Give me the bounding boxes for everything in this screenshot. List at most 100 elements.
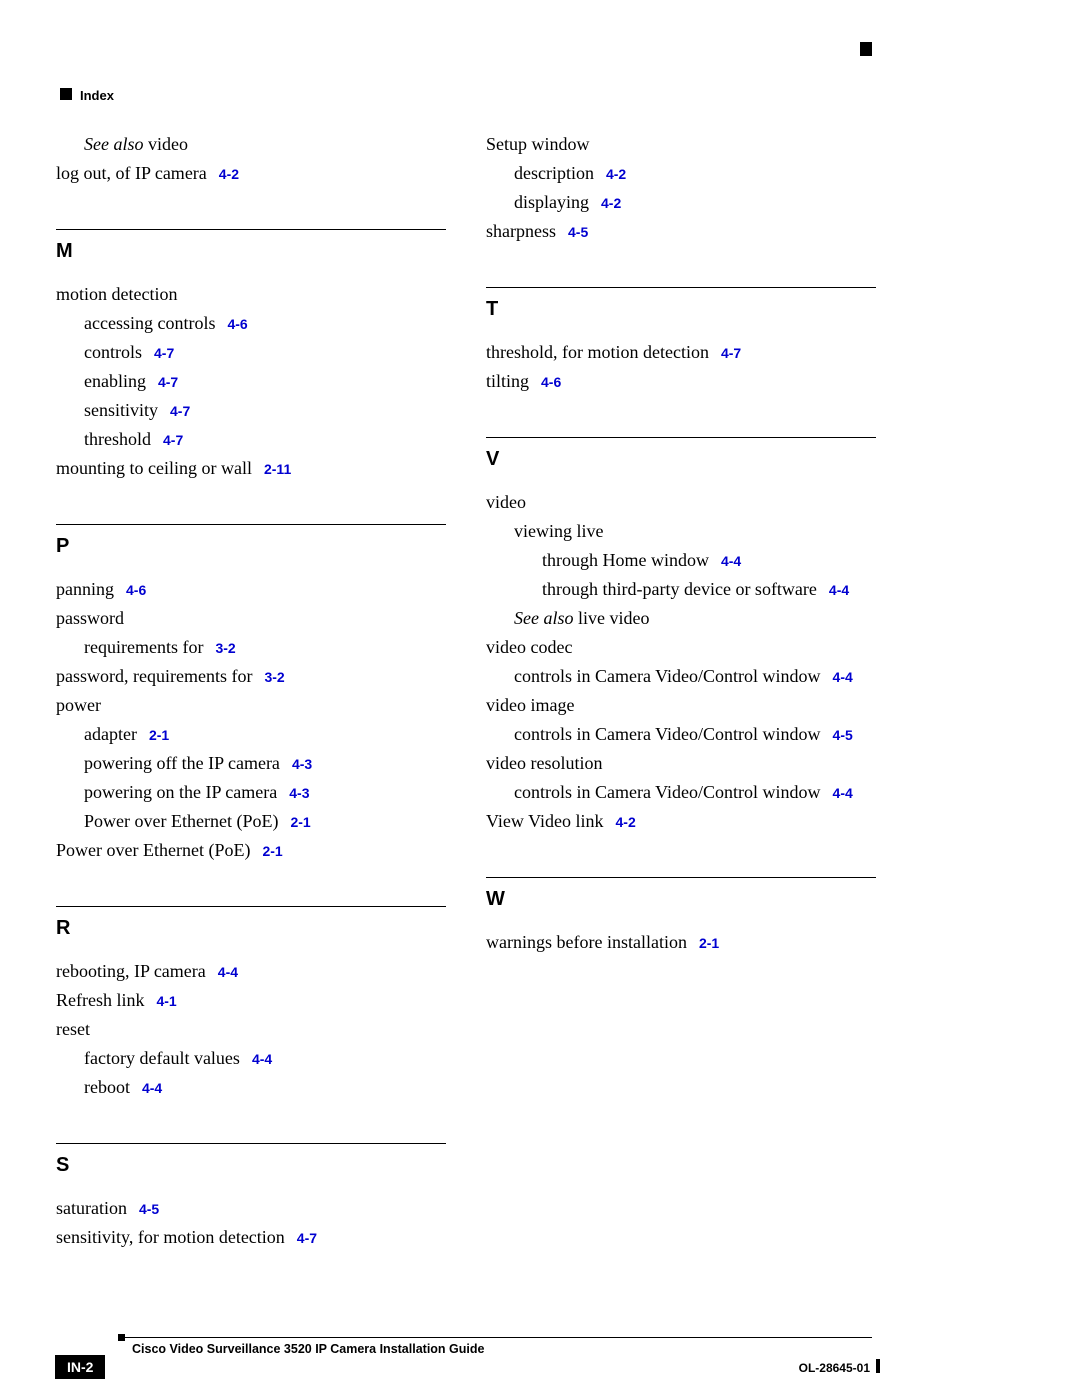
entry-text: Power over Ethernet (PoE)	[84, 811, 278, 831]
page-ref-link[interactable]: 2-1	[149, 727, 169, 743]
entry-text: through Home window	[542, 550, 709, 570]
page-ref-link[interactable]: 4-7	[163, 432, 183, 448]
footer-right-bar-icon	[876, 1359, 880, 1373]
page-ref-link[interactable]: 2-1	[699, 935, 719, 951]
page-ref-link[interactable]: 3-2	[215, 640, 235, 656]
header-square-icon	[60, 88, 72, 100]
entry-text: video resolution	[486, 753, 602, 773]
page-ref-link[interactable]: 4-5	[833, 727, 853, 743]
entry-text: video codec	[486, 637, 572, 657]
entry-text: saturation	[56, 1198, 127, 1218]
entry-text: description	[514, 163, 594, 183]
page-ref-link[interactable]: 4-6	[541, 374, 561, 390]
section-rule	[486, 287, 876, 288]
page-footer: Cisco Video Surveillance 3520 IP Camera …	[0, 1337, 1080, 1397]
header-mark	[860, 42, 872, 56]
page-ref-link[interactable]: 4-7	[158, 374, 178, 390]
page-ref-link[interactable]: 4-6	[126, 582, 146, 598]
entry-text: controls in Camera Video/Control window	[514, 666, 821, 686]
index-entry: video image	[486, 696, 876, 714]
entry-text: displaying	[514, 192, 589, 212]
entry-text: Power over Ethernet (PoE)	[56, 840, 250, 860]
page-ref-link[interactable]: 4-2	[601, 195, 621, 211]
see-also-text: See also live video	[514, 608, 649, 628]
section-rule	[486, 877, 876, 878]
section-letter: M	[56, 240, 446, 263]
page-ref-link[interactable]: 4-4	[833, 785, 853, 801]
entry-text: viewing live	[514, 521, 603, 541]
index-entry: panning4-6	[56, 580, 446, 598]
see-also-target: live video	[578, 608, 649, 628]
index-entry: Setup window	[486, 135, 876, 153]
entry-text: controls in Camera Video/Control window	[514, 782, 821, 802]
index-entry: powering off the IP camera4-3	[56, 754, 446, 772]
index-entry: log out, of IP camera4-2	[56, 164, 446, 182]
entry-text: password, requirements for	[56, 666, 252, 686]
page-ref-link[interactable]: 4-7	[297, 1230, 317, 1246]
index-entry: powering on the IP camera 4-3	[56, 783, 446, 801]
index-entry: password, requirements for 3-2	[56, 667, 446, 685]
index-entry: mounting to ceiling or wall 2-11	[56, 459, 446, 477]
index-entry: Power over Ethernet (PoE) 2-1	[56, 812, 446, 830]
index-entry: reboot 4-4	[56, 1078, 446, 1096]
section-letter: T	[486, 298, 876, 321]
entry-text: accessing controls	[84, 313, 215, 333]
page-ref-link[interactable]: 4-5	[568, 224, 588, 240]
page-ref-link[interactable]: 4-1	[156, 993, 176, 1009]
section-rule	[56, 229, 446, 230]
section-letter: W	[486, 888, 876, 911]
index-entry: sensitivity, for motion detection4-7	[56, 1228, 446, 1246]
entry-text: mounting to ceiling or wall	[56, 458, 252, 478]
page-ref-link[interactable]: 4-6	[227, 316, 247, 332]
entry-text: controls in Camera Video/Control window	[514, 724, 821, 744]
index-entry: rebooting, IP camera 4-4	[56, 962, 446, 980]
page-ref-link[interactable]: 4-4	[252, 1051, 272, 1067]
entry-text: sharpness	[486, 221, 556, 241]
page-ref-link[interactable]: 4-3	[292, 756, 312, 772]
page-ref-link[interactable]: 2-1	[262, 843, 282, 859]
index-entry: video codec	[486, 638, 876, 656]
entry-text: View Video link	[486, 811, 604, 831]
index-entry: description 4-2	[486, 164, 876, 182]
index-entry: sensitivity4-7	[56, 401, 446, 419]
page-ref-link[interactable]: 4-3	[289, 785, 309, 801]
page-ref-link[interactable]: 2-11	[264, 461, 291, 477]
section-rule	[56, 906, 446, 907]
page-ref-link[interactable]: 4-4	[833, 669, 853, 685]
entry-text: reboot	[84, 1077, 130, 1097]
footer-rule	[118, 1337, 872, 1338]
page-ref-link[interactable]: 4-7	[154, 345, 174, 361]
entry-text: factory default values	[84, 1048, 240, 1068]
page-ref-link[interactable]: 4-4	[829, 582, 849, 598]
page-ref-link[interactable]: 4-5	[139, 1201, 159, 1217]
page-ref-link[interactable]: 4-2	[219, 166, 239, 182]
entry-text: rebooting, IP camera	[56, 961, 206, 981]
page-ref-link[interactable]: 3-2	[264, 669, 284, 685]
page-ref-link[interactable]: 2-1	[290, 814, 310, 830]
index-entry: saturation 4-5	[56, 1199, 446, 1217]
page-ref-link[interactable]: 4-7	[170, 403, 190, 419]
entry-text: power	[56, 695, 101, 715]
page-ref-link[interactable]: 4-4	[218, 964, 238, 980]
entry-text: Setup window	[486, 134, 590, 154]
page-ref-link[interactable]: 4-2	[606, 166, 626, 182]
entry-text: powering on the IP camera	[84, 782, 277, 802]
index-entry: motion detection	[56, 285, 446, 303]
see-also-target: video	[148, 134, 188, 154]
page-ref-link[interactable]: 4-4	[721, 553, 741, 569]
index-entry: threshold4-7	[56, 430, 446, 448]
index-entry: viewing live	[486, 522, 876, 540]
page-ref-link[interactable]: 4-2	[616, 814, 636, 830]
index-entry: controls in Camera Video/Control window 4…	[486, 783, 876, 801]
page-ref-link[interactable]: 4-7	[721, 345, 741, 361]
entry-text: controls	[84, 342, 142, 362]
index-entry: Power over Ethernet (PoE) 2-1	[56, 841, 446, 859]
index-entry: through third-party device or software 4-…	[486, 580, 876, 598]
index-entry: tilting4-6	[486, 372, 876, 390]
entry-text: through third-party device or software	[542, 579, 817, 599]
entry-text: reset	[56, 1019, 90, 1039]
entry-text: video	[486, 492, 526, 512]
entry-text: motion detection	[56, 284, 177, 304]
index-entry: factory default values 4-4	[56, 1049, 446, 1067]
page-ref-link[interactable]: 4-4	[142, 1080, 162, 1096]
